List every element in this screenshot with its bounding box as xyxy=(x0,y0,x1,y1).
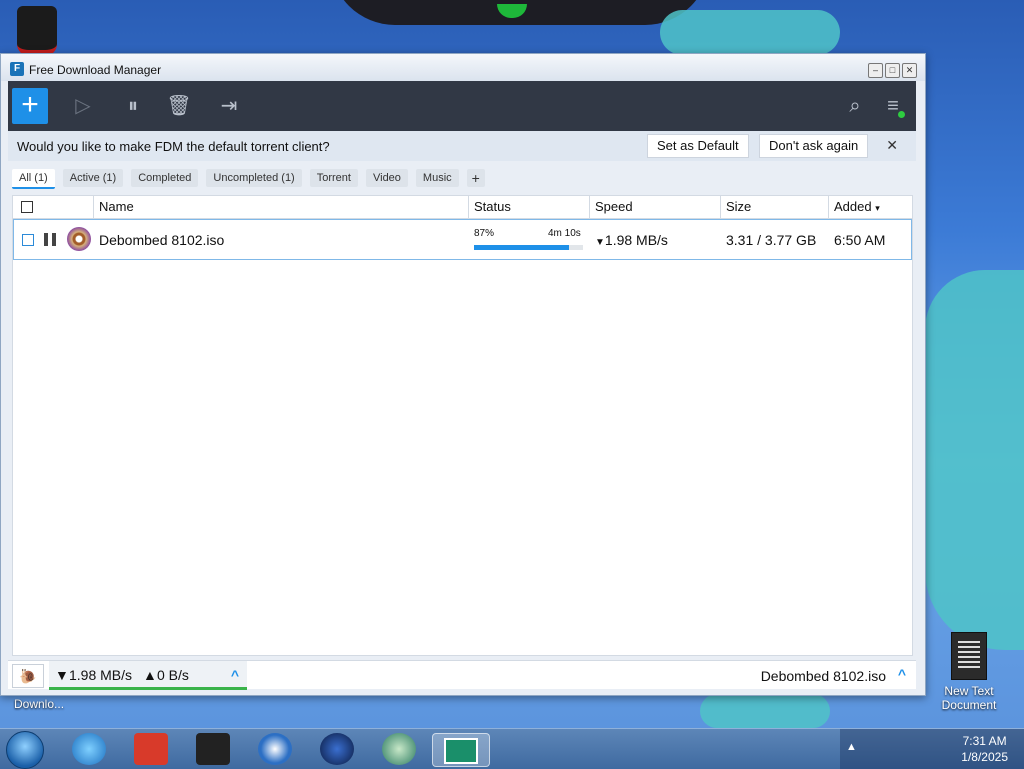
download-speed: ▼1.98 MB/s xyxy=(595,232,668,248)
list-header: Name Status Speed Size Added ▾ xyxy=(13,196,912,219)
pause-icon[interactable] xyxy=(44,233,56,246)
download-name: Debombed 8102.iso xyxy=(99,232,225,248)
download-added: 6:50 AM xyxy=(834,232,886,248)
pause-all-icon[interactable]: ⏸ xyxy=(120,93,146,119)
add-download-button[interactable]: + xyxy=(12,88,48,124)
app-dark-icon[interactable] xyxy=(196,733,230,765)
add-tab-icon[interactable]: + xyxy=(466,169,485,187)
toolbar: + ▷ ⏸ 🗑 ⇥ ⌕ ≡ xyxy=(8,81,916,131)
tab-all[interactable]: All (1) xyxy=(12,169,55,189)
globe-app-icon[interactable] xyxy=(320,733,354,765)
tab-video[interactable]: Video xyxy=(365,169,408,187)
download-size: 3.31 / 3.77 GB xyxy=(726,232,817,248)
desktop-label-downloads[interactable]: Downlo... xyxy=(14,697,64,711)
progress-bar xyxy=(474,245,583,250)
download-speed-value: 1.98 MB/s xyxy=(604,232,668,248)
download-remaining: 4m 10s xyxy=(548,228,581,239)
wallpaper-hair-bottom xyxy=(700,694,830,728)
media-player-icon[interactable] xyxy=(258,733,292,765)
fdm-taskbar-button[interactable] xyxy=(432,733,490,767)
current-file-name[interactable]: Debombed 8102.iso xyxy=(761,668,886,684)
dont-ask-again-button[interactable]: Don't ask again xyxy=(759,134,869,158)
fdm-window: F Free Download Manager – □ ✕ + ▷ ⏸ 🗑 ⇥ … xyxy=(0,53,926,696)
download-row[interactable]: Debombed 8102.iso 87% 4m 10s ▼1.98 MB/s … xyxy=(13,219,912,260)
tab-active[interactable]: Active (1) xyxy=(62,169,124,187)
close-button[interactable]: ✕ xyxy=(902,63,917,78)
speed-limit-snail-icon[interactable]: 🐌 xyxy=(12,664,44,688)
tray-expand-icon[interactable]: ▲ xyxy=(846,741,857,753)
app-red-icon[interactable] xyxy=(134,733,168,765)
menu-icon[interactable]: ≡ xyxy=(880,93,906,119)
tab-uncompleted[interactable]: Uncompleted (1) xyxy=(206,169,302,187)
start-button[interactable] xyxy=(6,731,44,769)
window-title: Free Download Manager xyxy=(29,63,162,77)
select-all-checkbox[interactable] xyxy=(21,201,33,213)
row-checkbox[interactable] xyxy=(22,234,34,246)
expand-chevron-icon[interactable]: ^ xyxy=(898,666,906,682)
clock[interactable]: 7:31 AM 1/8/2025 xyxy=(961,733,1008,765)
maximize-button[interactable]: □ xyxy=(885,63,900,78)
expand-chevron-icon[interactable]: ^ xyxy=(231,667,239,683)
banner-close-icon[interactable]: ✕ xyxy=(886,137,898,154)
tab-completed[interactable]: Completed xyxy=(131,169,199,187)
down-arrow-icon: ▼ xyxy=(595,237,605,248)
total-up-speed: 0 B/s xyxy=(157,667,189,683)
resume-icon[interactable]: ▷ xyxy=(70,93,96,119)
desktop-icon-label: New Text Document xyxy=(941,684,997,712)
browser-icon[interactable] xyxy=(382,733,416,765)
column-size[interactable]: Size xyxy=(720,196,826,218)
fdm-app-icon: F xyxy=(10,62,24,76)
filter-tabs: All (1) Active (1) Completed Uncompleted… xyxy=(12,169,485,189)
progress-fill xyxy=(474,245,569,250)
default-client-banner: Would you like to make FDM the default t… xyxy=(8,131,916,161)
set-as-default-button[interactable]: Set as Default xyxy=(647,134,749,158)
internet-explorer-icon[interactable] xyxy=(72,733,106,765)
column-added[interactable]: Added ▾ xyxy=(828,196,914,218)
notification-dot xyxy=(898,111,905,118)
tab-music[interactable]: Music xyxy=(415,169,459,187)
desktop-icon-new-text-document[interactable]: New Text Document xyxy=(934,632,1004,712)
taskbar: ▲ 7:31 AM 1/8/2025 xyxy=(0,728,1024,769)
desktop-object xyxy=(17,6,57,56)
tab-torrent[interactable]: Torrent xyxy=(309,169,358,187)
clock-time: 7:31 AM xyxy=(962,734,1007,748)
column-status[interactable]: Status xyxy=(468,196,590,218)
minimize-button[interactable]: – xyxy=(868,63,883,78)
delete-icon[interactable]: 🗑 xyxy=(166,93,192,119)
column-added-label: Added xyxy=(834,199,872,214)
downloads-list: Name Status Speed Size Added ▾ Debombed … xyxy=(12,195,913,656)
speed-summary[interactable]: ▼ 1.98 MB/s ▲ 0 B/s ^ xyxy=(49,661,247,690)
column-speed[interactable]: Speed xyxy=(589,196,721,218)
down-arrow-icon: ▼ xyxy=(55,667,69,683)
up-arrow-icon: ▲ xyxy=(143,667,157,683)
banner-question: Would you like to make FDM the default t… xyxy=(17,139,330,154)
clock-date: 1/8/2025 xyxy=(961,750,1008,764)
column-name[interactable]: Name xyxy=(93,196,469,218)
sort-chevron-icon: ▾ xyxy=(875,203,880,213)
wallpaper-hair-right xyxy=(925,270,1024,650)
total-down-speed: 1.98 MB/s xyxy=(69,667,133,683)
search-icon[interactable]: ⌕ xyxy=(842,93,868,119)
move-folder-icon[interactable]: ⇥ xyxy=(216,93,242,119)
title-bar[interactable]: F Free Download Manager – □ ✕ xyxy=(1,54,925,81)
wallpaper-hair xyxy=(660,10,840,55)
status-bar: 🐌 ▼ 1.98 MB/s ▲ 0 B/s ^ Debombed 8102.is… xyxy=(8,660,916,690)
system-tray: ▲ 7:31 AM 1/8/2025 xyxy=(840,729,1024,769)
download-percent: 87% xyxy=(474,228,495,239)
text-document-icon xyxy=(951,632,987,680)
disc-image-icon xyxy=(67,227,91,251)
fdm-taskbar-icon xyxy=(444,738,478,764)
